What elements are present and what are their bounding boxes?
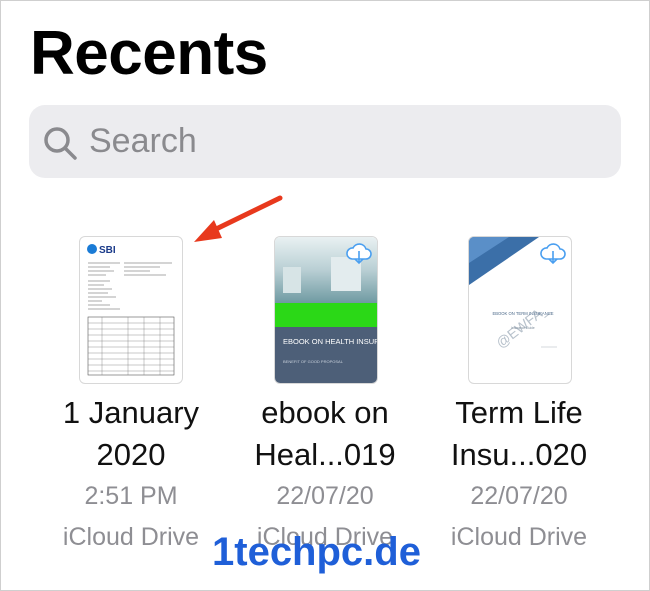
- file-name-line2[interactable]: Insu...020: [419, 434, 619, 476]
- sbi-logo-text: SBI: [99, 245, 116, 256]
- file-location: iCloud Drive: [450, 523, 588, 551]
- file-time: 2:51 PM: [84, 482, 178, 510]
- file-name-line1[interactable]: ebook on: [225, 392, 425, 434]
- cloud-download-icon: [540, 243, 566, 265]
- file-name-line2[interactable]: Heal...019: [225, 434, 425, 476]
- file-name-line2[interactable]: 2020: [31, 434, 231, 476]
- file-thumbnail-term-life[interactable]: @EWFA_ EBOOK ON TERM INSURANCE Insurance…: [468, 236, 572, 384]
- page-title: Recents: [30, 19, 268, 88]
- file-name-line1[interactable]: Term Life: [419, 392, 619, 434]
- document-preview: SBI: [87, 244, 175, 376]
- cover-title-line: EBOOK ON TERM INSURANCE: [492, 311, 553, 316]
- search-input[interactable]: Search: [89, 105, 197, 178]
- cloud-download-icon: [346, 243, 372, 265]
- cover-title-line: EBOOK ON HEALTH INSURANCE: [283, 337, 377, 346]
- search-bar[interactable]: Search: [29, 105, 621, 178]
- search-icon: [44, 127, 77, 160]
- file-date: 22/07/20: [276, 482, 374, 510]
- cover-subtitle: Insurance Guide: [511, 326, 535, 330]
- file-thumbnail-sbi[interactable]: SBI: [79, 236, 183, 384]
- cover-subtitle: BENEFIT OF GOOD PROPOSAL: [283, 359, 344, 364]
- file-date: 22/07/20: [470, 482, 568, 510]
- watermark: 1techpc.de: [212, 530, 421, 574]
- file-thumbnail-health-ebook[interactable]: EBOOK ON HEALTH INSURANCE BENEFIT OF GOO…: [274, 236, 378, 384]
- file-location: iCloud Drive: [62, 523, 200, 551]
- file-name-line1[interactable]: 1 January: [31, 392, 231, 434]
